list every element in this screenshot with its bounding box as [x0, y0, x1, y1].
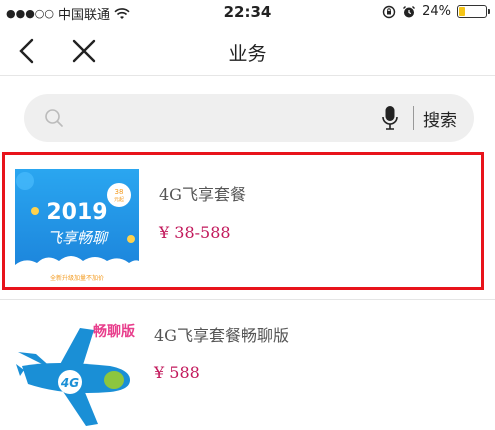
battery-level — [459, 7, 466, 16]
battery-percent: 24% — [422, 4, 451, 19]
year-text: 2019 — [46, 200, 107, 225]
item-title: 4G飞享套餐畅聊版 — [154, 326, 289, 345]
microphone-icon[interactable] — [381, 105, 399, 131]
search-icon — [45, 109, 63, 127]
footer-text: 全新升级加量不加价 — [50, 274, 104, 282]
item-price: ¥ 588 — [154, 363, 200, 382]
search-divider — [413, 106, 414, 130]
search-area: 搜索 — [0, 77, 495, 159]
item-price: ¥ 38-588 — [159, 223, 231, 242]
list-item[interactable]: 畅聊版 4G 4G飞享套餐畅聊版 ¥ 588 — [0, 302, 495, 430]
page-title: 业务 — [228, 43, 267, 65]
status-right: 24% — [382, 4, 490, 19]
search-input[interactable] — [74, 102, 394, 134]
product-thumbnail: 畅聊版 4G — [16, 323, 135, 426]
badge-bottom: 元起 — [114, 197, 124, 203]
alarm-icon — [403, 5, 416, 17]
navigation-bar: 业务 — [0, 26, 495, 76]
badge-top: 38 — [115, 188, 124, 196]
search-box[interactable]: 搜索 — [24, 94, 474, 142]
lock-rotation-icon — [382, 5, 396, 18]
search-button[interactable]: 搜索 — [423, 106, 457, 131]
item-title: 4G飞享套餐 — [159, 185, 246, 204]
slogan-text: 飞享畅聊 — [47, 229, 109, 247]
battery-icon — [457, 5, 490, 18]
list-item[interactable]: 38 元起 2019 飞享畅聊 全新升级加量不加价 4G飞享套餐 ¥ 38-58… — [2, 152, 484, 290]
plan-tag: 畅聊版 — [93, 323, 135, 340]
plane-label: 4G — [60, 376, 79, 390]
status-bar: ●●●○○ 中国联通 22:34 24% — [0, 0, 495, 26]
product-thumbnail: 38 元起 2019 飞享畅聊 全新升级加量不加价 — [15, 169, 139, 287]
list-divider — [0, 299, 495, 300]
